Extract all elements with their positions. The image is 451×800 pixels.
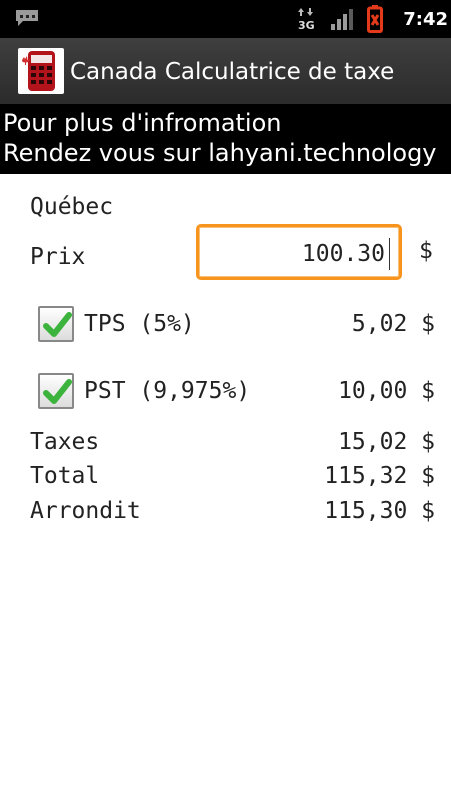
status-bar: 3G 7:42 bbox=[0, 0, 451, 38]
message-icon bbox=[16, 10, 38, 26]
pst-checkbox[interactable] bbox=[38, 373, 74, 409]
battery-alert-icon bbox=[367, 5, 383, 33]
price-input-value: 100.30 bbox=[301, 241, 385, 267]
total-label: Total bbox=[30, 463, 100, 489]
province-label: Québec bbox=[30, 194, 114, 220]
status-time: 7:42 bbox=[403, 9, 448, 30]
total-amount: 115,32 $ bbox=[324, 463, 435, 489]
tps-amount: 5,02 $ bbox=[351, 311, 435, 337]
tps-checkbox[interactable] bbox=[38, 306, 74, 342]
taxes-label: Taxes bbox=[30, 429, 100, 455]
text-cursor bbox=[389, 238, 390, 270]
app-title: Canada Calculatrice de taxe bbox=[70, 59, 395, 85]
title-bar: Canada Calculatrice de taxe bbox=[0, 38, 451, 104]
calculator-icon bbox=[18, 48, 64, 94]
rounded-amount: 115,30 $ bbox=[324, 498, 435, 524]
price-input[interactable]: 100.30 bbox=[196, 224, 402, 280]
checkmark-icon bbox=[43, 379, 72, 404]
banner-line-1: Pour plus d'infromation bbox=[3, 109, 282, 137]
checkmark-icon bbox=[43, 312, 72, 337]
price-currency: $ bbox=[419, 238, 433, 264]
info-banner: Pour plus d'infromation Rendez vous sur … bbox=[0, 104, 451, 174]
rounded-label: Arrondit bbox=[30, 498, 141, 524]
price-label: Prix bbox=[30, 244, 86, 270]
signal-icon bbox=[331, 9, 353, 30]
network-3g-icon: 3G bbox=[298, 8, 314, 30]
taxes-amount: 15,02 $ bbox=[338, 429, 435, 455]
pst-amount: 10,00 $ bbox=[338, 378, 435, 404]
banner-link-line[interactable]: Rendez vous sur lahyani.technology bbox=[3, 138, 437, 168]
tps-label: TPS (5%) bbox=[84, 311, 195, 337]
svg-text:3G: 3G bbox=[298, 19, 314, 30]
pst-label: PST (9,975%) bbox=[84, 378, 251, 404]
